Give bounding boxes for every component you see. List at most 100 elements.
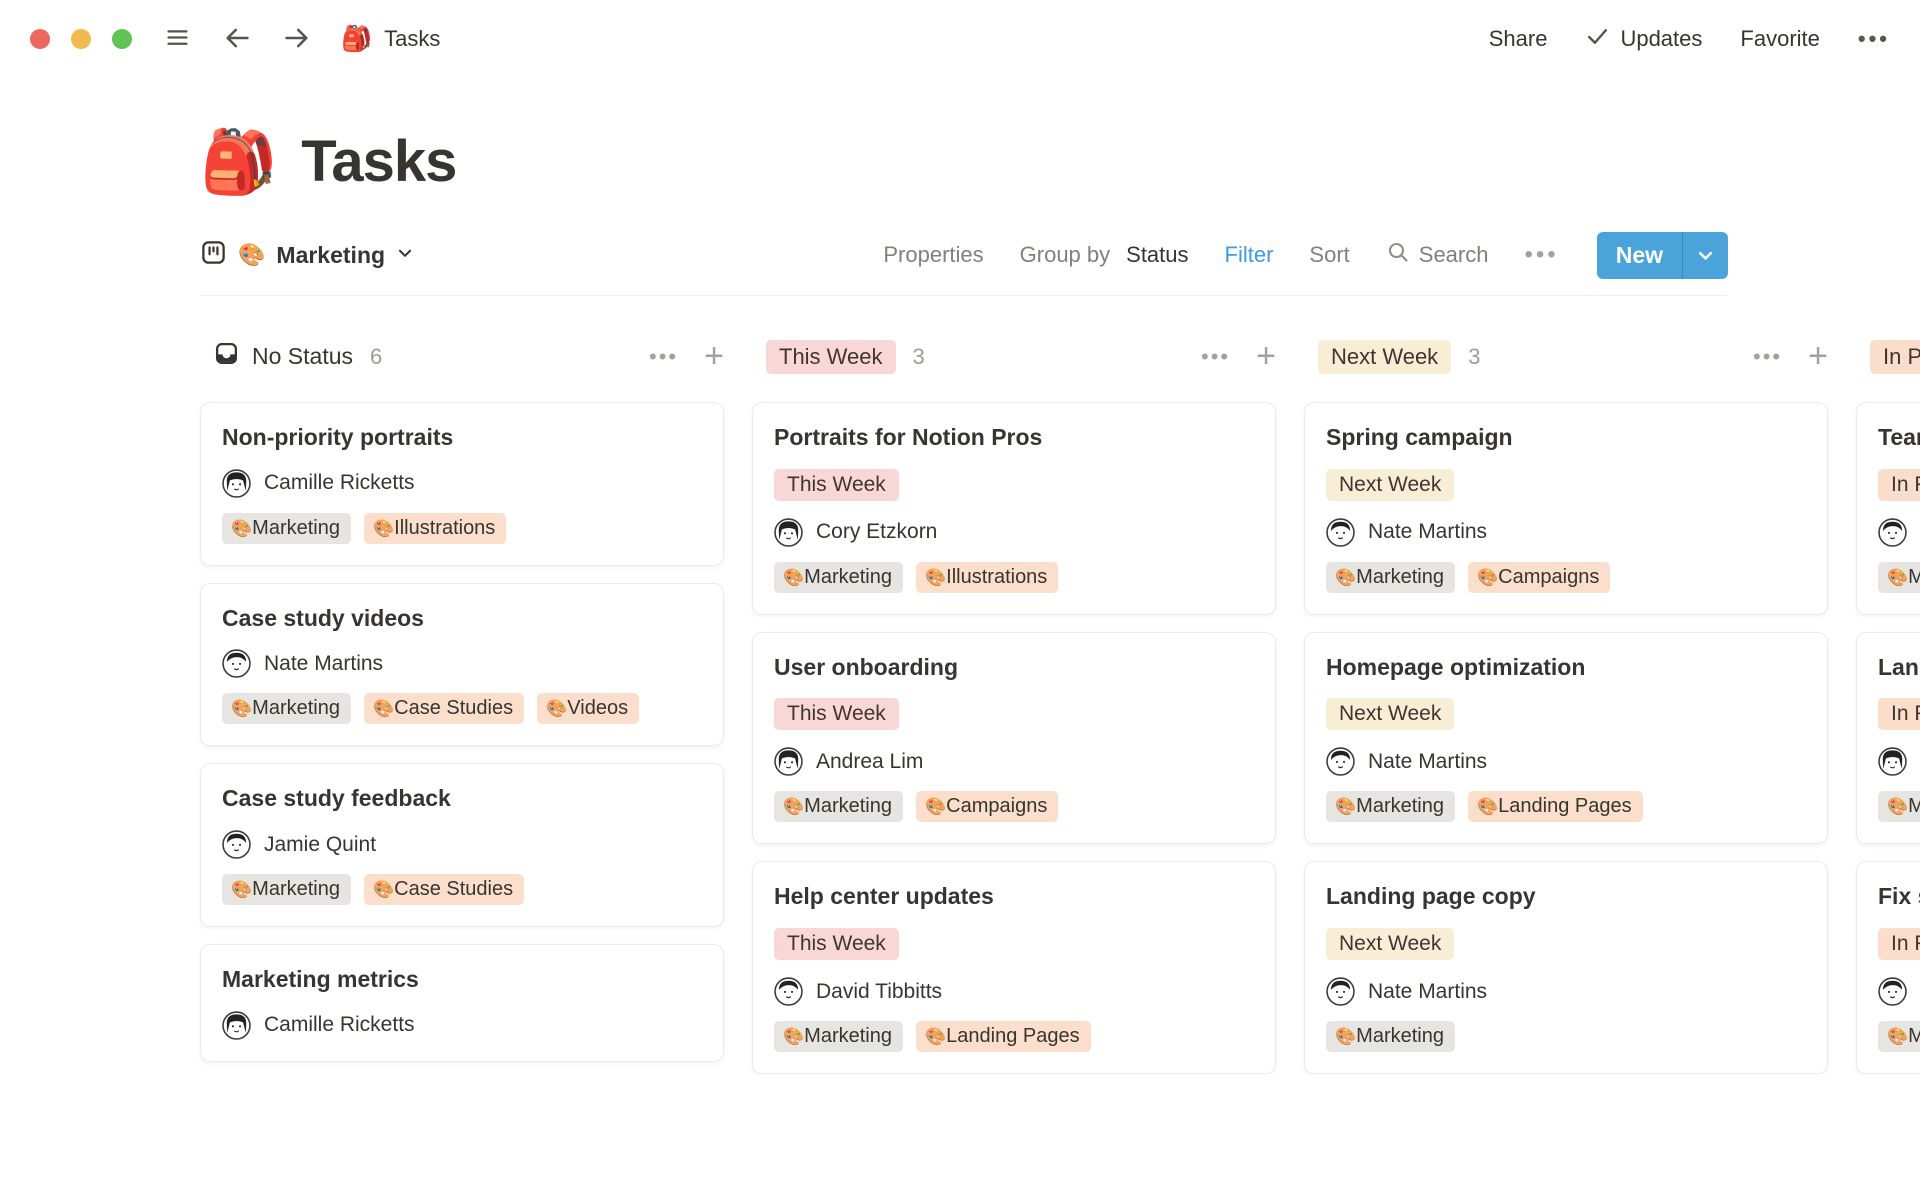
card-status-row: In P bbox=[1878, 698, 1920, 730]
favorite-button[interactable]: Favorite bbox=[1740, 26, 1819, 52]
filter-button[interactable]: Filter bbox=[1225, 242, 1274, 268]
assignee-name: Nate Martins bbox=[264, 652, 383, 676]
tag-label: Marketing bbox=[804, 795, 892, 818]
forward-button[interactable] bbox=[279, 20, 315, 59]
card-tags-row: 🎨 M 🎨 La bbox=[1878, 791, 1920, 822]
avatar bbox=[1326, 977, 1355, 1006]
task-card[interactable]: Marketing metrics Camille Ricketts bbox=[200, 944, 724, 1062]
tag: 🎨 Case Studies bbox=[364, 693, 524, 724]
view-switcher-marketing[interactable]: 🎨 Marketing bbox=[200, 239, 414, 271]
column-title: No Status bbox=[252, 343, 353, 370]
assignee-name: Andrea Lim bbox=[816, 750, 923, 774]
search-button[interactable]: Search bbox=[1386, 240, 1489, 270]
task-card[interactable]: Fix s In P D 🎨 M bbox=[1856, 861, 1920, 1074]
column-status-badge[interactable]: This Week bbox=[766, 340, 896, 374]
palette-icon: 🎨 bbox=[231, 881, 252, 898]
card-tags-row: 🎨 Marketing 🎨 Illustrations bbox=[774, 562, 1254, 593]
card-tags-row: 🎨 Marketing 🎨 Campaigns bbox=[1326, 562, 1806, 593]
palette-icon: 🎨 bbox=[1887, 569, 1908, 586]
column-options-button[interactable]: ••• bbox=[1197, 342, 1234, 372]
chevron-down-icon bbox=[396, 244, 414, 267]
task-card[interactable]: Portraits for Notion Pros This Week Cory… bbox=[752, 402, 1276, 615]
card-status-row: This Week bbox=[774, 698, 1254, 730]
properties-button[interactable]: Properties bbox=[883, 242, 983, 268]
column-add-card-button[interactable]: + bbox=[704, 343, 724, 370]
card-assignee-row: Cory Etzkorn bbox=[774, 518, 1254, 547]
card-status-row: This Week bbox=[774, 928, 1254, 960]
avatar bbox=[1326, 518, 1355, 547]
page-content: 🎒 Tasks 🎨 Marketing Properties Group by … bbox=[0, 78, 1920, 1074]
avatar bbox=[222, 830, 251, 859]
task-card[interactable]: Spring campaign Next Week Nate Martins 🎨… bbox=[1304, 402, 1828, 615]
plus-icon: + bbox=[704, 337, 724, 375]
column-add-card-button[interactable]: + bbox=[1808, 343, 1828, 370]
task-card[interactable]: User onboarding This Week Andrea Lim 🎨 M… bbox=[752, 632, 1276, 845]
card-title: Fix s bbox=[1878, 882, 1920, 911]
ellipsis-icon: ••• bbox=[1524, 243, 1558, 267]
status-badge: Next Week bbox=[1326, 469, 1454, 501]
assignee-name: Nate Martins bbox=[1368, 750, 1487, 774]
task-card[interactable]: Help center updates This Week David Tibb… bbox=[752, 861, 1276, 1074]
tag-label: M bbox=[1908, 1025, 1920, 1048]
ellipsis-icon: ••• bbox=[1201, 346, 1230, 368]
column-add-card-button[interactable]: + bbox=[1256, 343, 1276, 370]
task-card[interactable]: Homepage optimization Next Week Nate Mar… bbox=[1304, 632, 1828, 845]
card-tags-row: 🎨 Marketing 🎨 Landing Pages bbox=[774, 1021, 1254, 1052]
column-options-button[interactable]: ••• bbox=[1749, 342, 1786, 372]
close-window-button[interactable] bbox=[30, 29, 50, 49]
status-badge: In P bbox=[1878, 698, 1920, 730]
column-header: Next Week 3 ••• + bbox=[1304, 338, 1828, 376]
card-assignee-row: Andrea Lim bbox=[774, 747, 1254, 776]
arrow-left-icon bbox=[223, 24, 251, 55]
board-column-no-status: No Status 6 ••• + Non-priority portraits… bbox=[200, 338, 724, 1062]
task-card[interactable]: Case study feedback Jamie Quint 🎨 Market… bbox=[200, 763, 724, 927]
breadcrumb[interactable]: 🎒 Tasks bbox=[341, 26, 440, 52]
column-status-badge[interactable]: In Pr bbox=[1870, 340, 1920, 374]
tag: 🎨 Campaigns bbox=[1468, 562, 1610, 593]
tag: 🎨 Illustrations bbox=[916, 562, 1058, 593]
column-title-plain[interactable]: No Status bbox=[214, 341, 353, 372]
avatar bbox=[774, 977, 803, 1006]
card-tags-row: 🎨 Marketing bbox=[1326, 1021, 1806, 1052]
column-count: 3 bbox=[1468, 344, 1480, 370]
view-options-button[interactable]: ••• bbox=[1524, 243, 1558, 267]
minimize-window-button[interactable] bbox=[71, 29, 91, 49]
hamburger-icon bbox=[164, 24, 191, 54]
card-title: Spring campaign bbox=[1326, 423, 1806, 452]
task-card[interactable]: Landing page copy Next Week Nate Martins… bbox=[1304, 861, 1828, 1074]
tag-label: Videos bbox=[567, 697, 628, 720]
tag: 🎨 M bbox=[1878, 562, 1920, 593]
back-button[interactable] bbox=[219, 20, 255, 59]
sort-button[interactable]: Sort bbox=[1309, 242, 1349, 268]
page-title[interactable]: Tasks bbox=[301, 130, 456, 194]
task-card[interactable]: Tear In P D 🎨 M bbox=[1856, 402, 1920, 615]
tag-label: Marketing bbox=[252, 517, 340, 540]
tag: 🎨 Campaigns bbox=[916, 791, 1058, 822]
task-card[interactable]: Non-priority portraits Camille Ricketts … bbox=[200, 402, 724, 566]
card-assignee-row: C bbox=[1878, 747, 1920, 776]
status-badge: Next Week bbox=[1326, 698, 1454, 730]
page-backpack-icon[interactable]: 🎒 bbox=[200, 132, 277, 194]
more-options-button[interactable]: ••• bbox=[1858, 28, 1890, 50]
column-cards: Spring campaign Next Week Nate Martins 🎨… bbox=[1304, 402, 1828, 1074]
share-button[interactable]: Share bbox=[1489, 26, 1548, 52]
new-button[interactable]: New bbox=[1597, 232, 1682, 279]
task-card[interactable]: Lan In P C 🎨 M 🎨 La bbox=[1856, 632, 1920, 845]
group-by-button[interactable]: Group by Status bbox=[1020, 242, 1189, 268]
board-column-in-pr: In Pr ••• + Tear In P D 🎨 M Lan In P bbox=[1856, 338, 1920, 1074]
status-badge: In P bbox=[1878, 928, 1920, 960]
avatar bbox=[222, 469, 251, 498]
column-status-badge[interactable]: Next Week bbox=[1318, 340, 1451, 374]
zoom-window-button[interactable] bbox=[112, 29, 132, 49]
updates-button[interactable]: Updates bbox=[1585, 24, 1702, 55]
tag: 🎨 M bbox=[1878, 1021, 1920, 1052]
palette-icon: 🎨 bbox=[373, 700, 394, 717]
tag: 🎨 Marketing bbox=[222, 513, 351, 544]
sidebar-menu-button[interactable] bbox=[160, 20, 195, 58]
column-options-button[interactable]: ••• bbox=[645, 342, 682, 372]
card-tags-row: 🎨 M bbox=[1878, 1021, 1920, 1052]
task-card[interactable]: Case study videos Nate Martins 🎨 Marketi… bbox=[200, 583, 724, 747]
tag: 🎨 Case Studies bbox=[364, 874, 524, 905]
card-title: Lan bbox=[1878, 653, 1920, 682]
new-dropdown-button[interactable] bbox=[1683, 232, 1728, 279]
